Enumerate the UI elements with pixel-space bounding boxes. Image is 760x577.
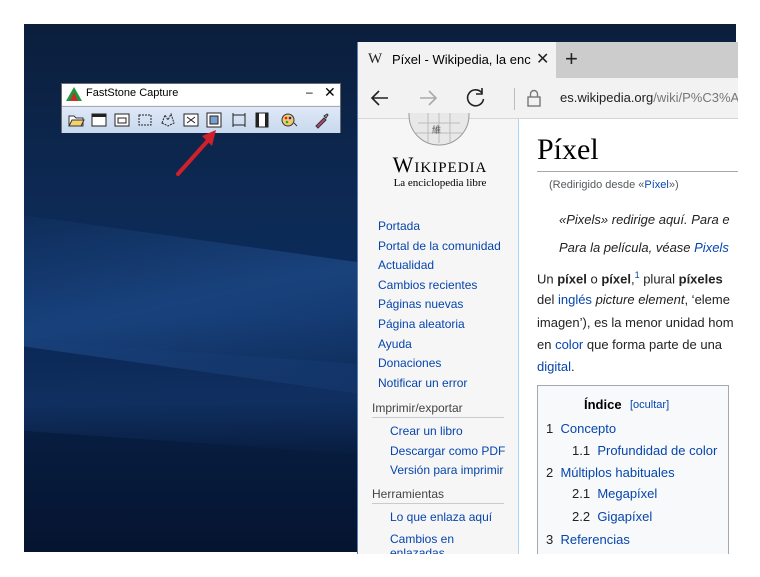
portlet-tools: Herramientas Lo que enlaza aquí Cambios … <box>372 487 504 554</box>
article-content: Píxel (Redirigido desde «Píxel») «Pixels… <box>518 119 738 554</box>
toc-item[interactable]: 2.2 Gigapíxel <box>572 509 652 524</box>
nav-link-paginas-nuevas[interactable]: Páginas nuevas <box>378 295 501 315</box>
svg-text:維: 維 <box>432 124 441 135</box>
main-navigation: Portada Portal de la comunidad Actualida… <box>378 217 501 393</box>
back-arrow-icon[interactable] <box>368 86 392 110</box>
forward-arrow-icon[interactable] <box>416 86 440 110</box>
link-lo-que-enlaza[interactable]: Lo que enlaza aquí <box>390 508 504 528</box>
wikipedia-tagline: La enciclopedia libre <box>393 177 487 189</box>
paragraph-line: en color que forma parte de una <box>537 337 723 352</box>
nav-link-actualidad[interactable]: Actualidad <box>378 256 501 276</box>
tab-bar: W Píxel - Wikipedia, la enc ✕ + <box>358 42 738 78</box>
tab-title: Píxel - Wikipedia, la enc <box>392 52 531 67</box>
minimize-button[interactable]: – <box>306 85 313 99</box>
faststone-title-bar[interactable]: FastStone Capture – ✕ <box>62 84 340 105</box>
toc-item[interactable]: 3 Referencias <box>546 532 630 547</box>
capture-window-icon[interactable] <box>90 111 108 129</box>
settings-icon[interactable] <box>312 111 330 129</box>
nav-link-portal[interactable]: Portal de la comunidad <box>378 237 501 257</box>
paragraph-line: del inglés picture element, ‘eleme <box>537 292 730 307</box>
url-path: /wiki/P%C3%A <box>653 90 738 105</box>
nav-link-aleatoria[interactable]: Página aleatoria <box>378 315 501 335</box>
portlet-print-export: Imprimir/exportar Crear un libro Descarg… <box>372 401 505 481</box>
title-divider <box>537 171 738 172</box>
faststone-logo-icon <box>66 87 82 101</box>
new-tab-button[interactable]: + <box>565 46 578 72</box>
paragraph-line: digital. <box>537 359 575 374</box>
link-cambios-enlazadas-cont[interactable]: enlazadas <box>390 546 504 554</box>
hatnote-link[interactable]: Pixels <box>694 240 729 255</box>
capture-object-icon[interactable] <box>113 111 131 129</box>
toc-item[interactable]: 2 Múltiplos habituales <box>546 465 675 480</box>
faststone-title: FastStone Capture <box>86 87 179 99</box>
wikipedia-globe-logo: 維 <box>408 113 470 146</box>
wikipedia-wordmark[interactable]: Wikipedia <box>380 152 500 178</box>
hatnote: «Pixels» redirige aquí. Para e <box>559 212 730 227</box>
refresh-icon[interactable] <box>464 86 488 110</box>
nav-link-portada[interactable]: Portada <box>378 217 501 237</box>
link-version-imprimir[interactable]: Versión para imprimir <box>390 461 504 481</box>
toc-hide-toggle[interactable]: [ocultar] <box>630 399 669 411</box>
table-of-contents: Índice [ocultar] 1 Concepto 1.1 Profundi… <box>537 385 729 554</box>
toc-title: Índice <box>584 397 622 412</box>
address-separator <box>514 88 515 110</box>
hatnote: Para la película, véase Pixels <box>559 240 729 255</box>
nav-link-donaciones[interactable]: Donaciones <box>378 354 501 374</box>
capture-rectangle-icon[interactable] <box>136 111 154 129</box>
paragraph-line: Un píxel o píxel,1 plural píxeles <box>537 270 723 287</box>
nav-link-cambios[interactable]: Cambios recientes <box>378 276 501 296</box>
open-icon[interactable] <box>67 111 85 129</box>
wikipedia-favicon-icon: W <box>368 51 383 67</box>
red-arrow-annotation <box>176 130 216 176</box>
address-bar[interactable]: es.wikipedia.org/wiki/P%C3%A <box>560 90 738 105</box>
paragraph-line: imagen’), es la menor unidad hom <box>537 315 734 330</box>
link-cambios-enlazadas[interactable]: Cambios en <box>390 532 504 546</box>
redirect-note: (Redirigido desde «Píxel») <box>549 179 679 191</box>
toc-item[interactable]: 1 Concepto <box>546 421 616 436</box>
link-ingles[interactable]: inglés <box>558 292 592 307</box>
capture-fixed-region-icon[interactable] <box>230 111 248 129</box>
nav-link-ayuda[interactable]: Ayuda <box>378 335 501 355</box>
tab-wikipedia[interactable]: W Píxel - Wikipedia, la enc ✕ <box>358 42 556 78</box>
page-title: Píxel <box>537 133 599 166</box>
capture-video-icon[interactable] <box>253 111 271 129</box>
portlet-heading[interactable]: Imprimir/exportar <box>372 401 504 418</box>
browser-window: W Píxel - Wikipedia, la enc ✕ + es.wikip… <box>357 42 738 554</box>
close-button[interactable]: ✕ <box>324 84 336 101</box>
nav-link-notificar[interactable]: Notificar un error <box>378 374 501 394</box>
toc-item[interactable]: 1.1 Profundidad de color <box>572 443 717 458</box>
lock-icon <box>527 89 541 107</box>
link-color[interactable]: color <box>555 337 583 352</box>
link-crear-libro[interactable]: Crear un libro <box>390 422 504 442</box>
link-descargar-pdf[interactable]: Descargar como PDF <box>390 442 505 462</box>
portlet-heading[interactable]: Herramientas <box>372 487 504 504</box>
url-host: es.wikipedia.org <box>560 90 654 105</box>
redirect-link[interactable]: Píxel <box>644 179 668 191</box>
toc-item[interactable]: 2.1 Megapíxel <box>572 486 657 501</box>
color-output-icon[interactable] <box>280 111 298 129</box>
link-digital[interactable]: digital <box>537 359 571 374</box>
tab-close-button[interactable]: ✕ <box>536 49 549 69</box>
